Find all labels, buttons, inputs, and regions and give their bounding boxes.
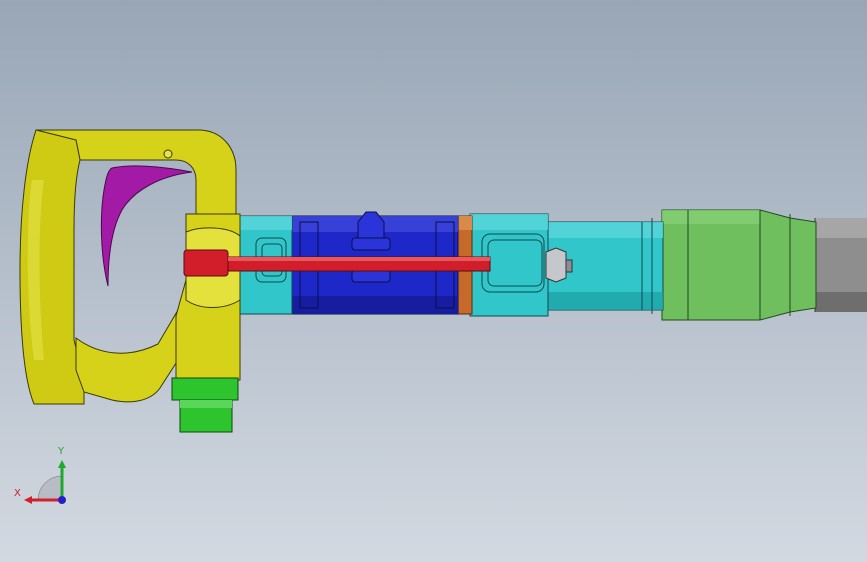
- axis-triad: X Y: [14, 446, 66, 504]
- triad-plane-icon: [37, 475, 63, 501]
- pneumatic-hammer-model[interactable]: [0, 0, 867, 562]
- z-axis-dot-icon: [58, 496, 66, 504]
- air-inlet-fitting[interactable]: [171, 377, 239, 433]
- x-axis-arrowhead-icon: [24, 496, 32, 504]
- chisel-shank[interactable]: [814, 218, 867, 312]
- y-axis-arrowhead-icon: [58, 460, 66, 468]
- x-axis-label: X: [14, 488, 21, 499]
- retainer[interactable]: [661, 209, 817, 321]
- graphics-viewport[interactable]: X Y: [0, 0, 867, 562]
- trigger[interactable]: [100, 165, 193, 287]
- y-axis-label: Y: [57, 446, 65, 457]
